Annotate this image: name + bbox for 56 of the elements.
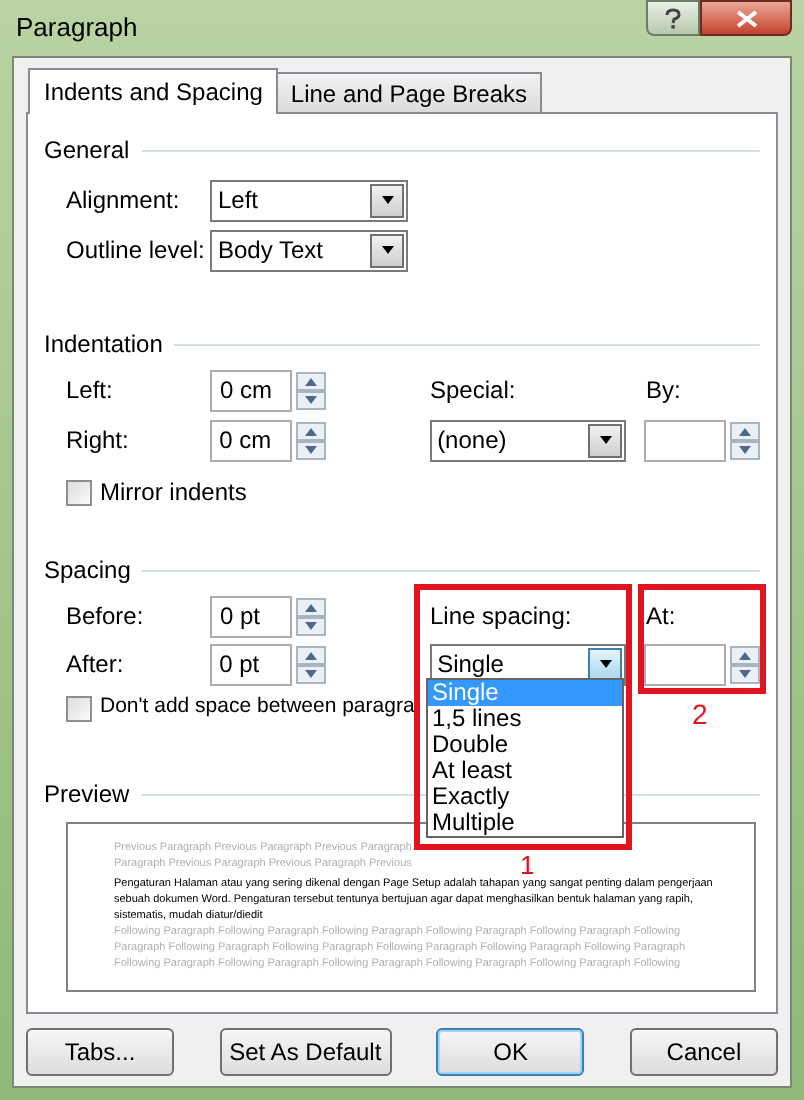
field-label: After: [66, 648, 126, 682]
help-button[interactable] [646, 0, 700, 36]
list-option[interactable]: 1,5 lines [428, 706, 622, 732]
spin-field[interactable] [644, 419, 726, 461]
spin-field[interactable]: 0 cm [210, 369, 292, 411]
checkbox-label: Mirror indents [100, 476, 247, 510]
checkbox[interactable] [66, 695, 92, 721]
window-title: Paragraph [16, 10, 138, 47]
list-option[interactable]: Multiple [428, 810, 622, 836]
spinner-icon[interactable] [296, 371, 326, 409]
spin-field[interactable]: 0 pt [209, 643, 292, 685]
dialog-button[interactable]: Cancel [629, 1028, 778, 1076]
field-label: By: [646, 374, 681, 408]
tab[interactable]: Indents and Spacing [28, 68, 279, 114]
field-label: Before: [66, 600, 146, 634]
field-label: Left: [66, 374, 115, 408]
section-heading: Preview [44, 778, 132, 812]
spin-field[interactable]: 0 pt [210, 595, 292, 637]
spin-field[interactable]: 0 cm [209, 419, 292, 461]
annotation-box [638, 584, 766, 694]
field-label: Line spacing: [430, 600, 574, 634]
dropdown[interactable]: Body Text [210, 229, 408, 271]
dialog-button[interactable]: Tabs... [26, 1028, 174, 1076]
field-label: Alignment: [66, 184, 182, 218]
annotation-number: 2 [692, 698, 708, 730]
spin-field[interactable] [644, 643, 726, 685]
annotation-number: 1 [520, 852, 535, 880]
spinner-icon[interactable] [295, 421, 326, 459]
dialog-button[interactable]: OK [436, 1028, 585, 1076]
tab[interactable]: Line and Page Breaks [276, 72, 542, 112]
list-option[interactable]: At least [428, 758, 622, 784]
caret-icon [597, 432, 613, 448]
checkbox[interactable] [66, 479, 92, 505]
field-label: Right: [66, 424, 131, 458]
help-icon [664, 7, 682, 29]
caret-icon [597, 656, 613, 672]
checkbox-label: Don't add space between paragra [100, 692, 415, 723]
spinner-icon[interactable] [296, 597, 326, 635]
close-icon [735, 9, 757, 27]
field-label: Outline level: [66, 234, 207, 268]
list-option[interactable]: Double [428, 732, 622, 758]
caret-icon [379, 192, 395, 208]
field-label: Special: [430, 374, 518, 408]
dropdown[interactable]: (none) [429, 419, 626, 461]
spinner-icon[interactable] [730, 421, 760, 459]
section-heading: General [44, 134, 132, 168]
list-option[interactable]: Exactly [428, 784, 622, 810]
spinner-icon[interactable] [295, 645, 326, 683]
section-heading: Spacing [44, 554, 133, 588]
dropdown[interactable]: Left [210, 179, 408, 221]
field-label: At: [646, 600, 676, 634]
caret-icon [379, 242, 395, 258]
section-heading: Indentation [44, 328, 165, 362]
dialog-button[interactable]: Set As Default [219, 1028, 392, 1076]
close-button[interactable] [700, 0, 792, 36]
spinner-icon[interactable] [730, 645, 760, 683]
